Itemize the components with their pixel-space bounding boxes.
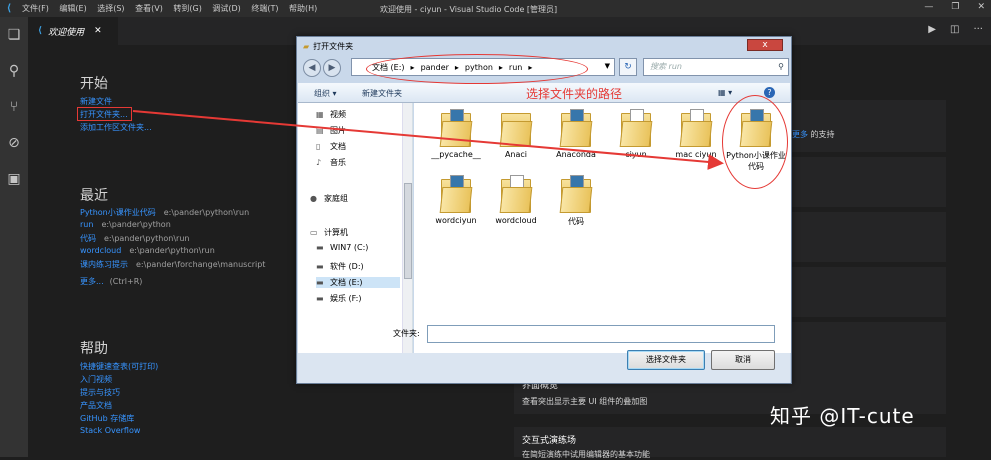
watermark: 知乎 @IT-cute bbox=[770, 404, 915, 428]
annotation-arrow bbox=[132, 110, 724, 170]
